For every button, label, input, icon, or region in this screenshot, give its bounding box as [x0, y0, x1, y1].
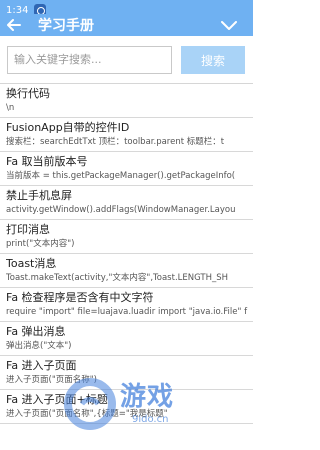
list-item[interactable]: 打印消息 print("文本内容") [0, 220, 253, 254]
item-title: Fa 进入子页面 [6, 359, 77, 372]
item-code: 进入子页面("页面名称",{标题="我是标题" [6, 409, 168, 419]
menu-button[interactable] [219, 16, 239, 36]
arrow-left-icon [7, 19, 21, 31]
item-title: Toast消息 [6, 257, 57, 270]
search-input[interactable]: 输入关键字搜索... [7, 46, 172, 74]
item-title: 禁止手机息屏 [6, 189, 72, 202]
item-code: 搜索栏：searchEdtTxt 顶栏：toolbar.parent 标题栏：t [6, 137, 225, 147]
item-code: 进入子页面("页面名称") [6, 375, 97, 385]
item-code: require "import" file=luajava.luadir imp… [6, 307, 248, 317]
app-bar: 学习手册 [0, 14, 253, 36]
list-item[interactable]: Fa 进入子页面+标题 进入子页面("页面名称",{标题="我是标题" [0, 390, 253, 424]
list-item[interactable]: 换行代码 \n [0, 84, 253, 118]
search-row: 输入关键字搜索... 搜索 [0, 36, 253, 84]
item-title: Fa 取当前版本号 [6, 155, 88, 168]
back-button[interactable] [0, 14, 28, 36]
snippet-list: 换行代码 \n FusionApp自带的控件ID 搜索栏：searchEdtTx… [0, 84, 253, 424]
list-item[interactable]: 禁止手机息屏 activity.getWindow().addFlags(Win… [0, 186, 253, 220]
list-item[interactable]: Toast消息 Toast.makeText(activity,"文本内容",T… [0, 254, 253, 288]
item-code: 当前版本 = this.getPackageManager().getPacka… [6, 171, 236, 181]
item-title: FusionApp自带的控件ID [6, 121, 130, 134]
list-item[interactable]: Fa 进入子页面 进入子页面("页面名称") [0, 356, 253, 390]
list-item[interactable]: Fa 检查程序是否含有中文字符 require "import" file=lu… [0, 288, 253, 322]
item-code: \n [6, 103, 15, 113]
item-code: 弹出消息("文本") [6, 341, 72, 351]
list-item[interactable]: Fa 弹出消息 弹出消息("文本") [0, 322, 253, 356]
list-item[interactable]: FusionApp自带的控件ID 搜索栏：searchEdtTxt 顶栏：too… [0, 118, 253, 152]
item-title: Fa 弹出消息 [6, 325, 66, 338]
item-code: print("文本内容") [6, 239, 75, 249]
item-title: Fa 进入子页面+标题 [6, 393, 108, 406]
item-title: 打印消息 [6, 223, 50, 236]
item-code: activity.getWindow().addFlags(WindowMana… [6, 205, 236, 215]
search-button[interactable]: 搜索 [181, 46, 245, 74]
item-title: 换行代码 [6, 87, 50, 100]
item-title: Fa 检查程序是否含有中文字符 [6, 291, 154, 304]
item-code: Toast.makeText(activity,"文本内容",Toast.LEN… [6, 273, 229, 283]
page-title: 学习手册 [38, 18, 94, 34]
chevron-down-icon [221, 21, 237, 30]
list-item[interactable]: Fa 取当前版本号 当前版本 = this.getPackageManager(… [0, 152, 253, 186]
